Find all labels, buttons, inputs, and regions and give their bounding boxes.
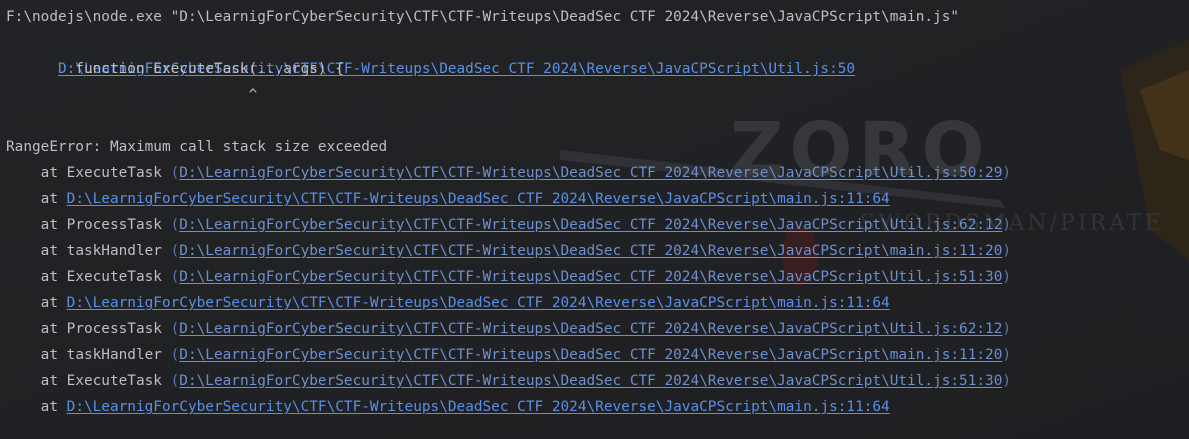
stack-frame-line: at D:\LearnigForCyberSecurity\CTF\CTF-Wr… <box>6 290 890 316</box>
console-output-panel: ZORO SWORDSMAN/PIRATE F:\nodejs\node.exe… <box>0 0 1189 439</box>
error-location-line: D:\LearnigForCyberSecurity\CTF\CTF-Write… <box>6 30 855 77</box>
stack-frame-line: at taskHandler (D:\LearnigForCyberSecuri… <box>6 342 1011 368</box>
stack-frame-file-link[interactable]: D:\LearnigForCyberSecurity\CTF\CTF-Write… <box>67 191 890 207</box>
stack-frame-file-link[interactable]: D:\LearnigForCyberSecurity\CTF\CTF-Write… <box>179 217 1002 233</box>
close-paren: ) <box>1002 165 1012 181</box>
stack-frame-file-link[interactable]: D:\LearnigForCyberSecurity\CTF\CTF-Write… <box>67 295 890 311</box>
open-paren: ( <box>170 347 180 363</box>
stack-frame-line: at ProcessTask (D:\LearnigForCyberSecuri… <box>6 316 1011 342</box>
stack-frame-prefix: at <box>6 295 67 311</box>
stack-frame-prefix: at <box>6 269 67 285</box>
stack-frame-prefix: at <box>6 243 67 259</box>
stack-frame-function: ExecuteTask <box>66 165 171 181</box>
stack-frame-prefix: at <box>6 165 67 181</box>
open-paren: ( <box>170 243 180 259</box>
stack-frame-line: at ExecuteTask (D:\LearnigForCyberSecuri… <box>6 160 1011 186</box>
caret-indicator-line: ^ <box>6 87 258 103</box>
stack-frame-prefix: at <box>6 347 67 363</box>
stack-frame-file-link[interactable]: D:\LearnigForCyberSecurity\CTF\CTF-Write… <box>179 347 1002 363</box>
stack-frame-prefix: at <box>6 191 67 207</box>
stack-frame-prefix: at <box>6 399 67 415</box>
open-paren: ( <box>170 269 180 285</box>
open-paren: ( <box>170 217 180 233</box>
close-paren: ) <box>1002 347 1012 363</box>
stack-frame-line: at D:\LearnigForCyberSecurity\CTF\CTF-Wr… <box>6 186 890 212</box>
close-paren: ) <box>1002 269 1012 285</box>
stack-frame-line: at ExecuteTask (D:\LearnigForCyberSecuri… <box>6 368 1011 394</box>
stack-frame-prefix: at <box>6 373 67 389</box>
close-paren: ) <box>1002 243 1012 259</box>
stack-frame-file-link[interactable]: D:\LearnigForCyberSecurity\CTF\CTF-Write… <box>179 373 1002 389</box>
stack-frame-line: at D:\LearnigForCyberSecurity\CTF\CTF-Wr… <box>6 394 890 420</box>
stack-frame-function: ExecuteTask <box>66 373 171 389</box>
close-paren: ) <box>1002 373 1012 389</box>
source-code-line: function ExecuteTask(...args) { <box>6 61 344 77</box>
stack-frame-line: at ExecuteTask (D:\LearnigForCyberSecuri… <box>6 264 1011 290</box>
stack-frame-function: ProcessTask <box>66 321 171 337</box>
stack-frame-line: at ProcessTask (D:\LearnigForCyberSecuri… <box>6 212 1011 238</box>
stack-frame-file-link[interactable]: D:\LearnigForCyberSecurity\CTF\CTF-Write… <box>67 399 890 415</box>
stack-frame-function: ProcessTask <box>66 217 171 233</box>
open-paren: ( <box>170 165 180 181</box>
close-paren: ) <box>1002 217 1012 233</box>
stack-frame-file-link[interactable]: D:\LearnigForCyberSecurity\CTF\CTF-Write… <box>179 243 1002 259</box>
stack-frame-prefix: at <box>6 321 67 337</box>
close-paren: ) <box>1002 321 1012 337</box>
stack-frame-file-link[interactable]: D:\LearnigForCyberSecurity\CTF\CTF-Write… <box>179 269 1002 285</box>
open-paren: ( <box>170 373 180 389</box>
stack-frame-file-link[interactable]: D:\LearnigForCyberSecurity\CTF\CTF-Write… <box>179 165 1002 181</box>
stack-frame-function: taskHandler <box>66 243 171 259</box>
stack-frame-function: taskHandler <box>66 347 171 363</box>
command-line: F:\nodejs\node.exe "D:\LearnigForCyberSe… <box>6 9 960 25</box>
stack-frame-file-link[interactable]: D:\LearnigForCyberSecurity\CTF\CTF-Write… <box>179 321 1002 337</box>
open-paren: ( <box>170 321 180 337</box>
stack-frame-prefix: at <box>6 217 67 233</box>
stack-frame-function: ExecuteTask <box>66 269 171 285</box>
stack-frame-line: at taskHandler (D:\LearnigForCyberSecuri… <box>6 238 1011 264</box>
error-message: RangeError: Maximum call stack size exce… <box>6 139 388 155</box>
